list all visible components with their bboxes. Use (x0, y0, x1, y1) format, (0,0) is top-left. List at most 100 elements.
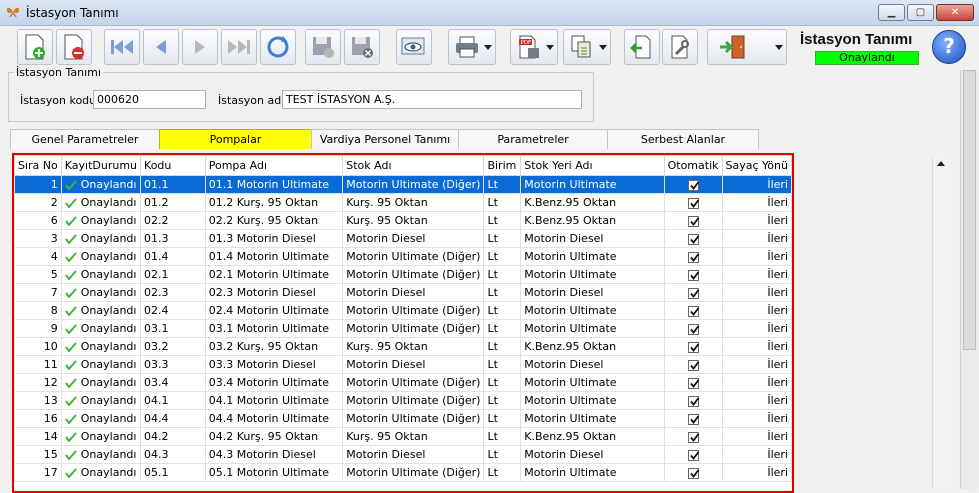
cell-yon[interactable]: İleri (721, 445, 792, 464)
cell-otomatik[interactable] (663, 337, 723, 356)
cell-durum[interactable]: Onaylandı (60, 427, 142, 446)
tab-parametreler[interactable]: Parametreler (458, 129, 608, 149)
cancel-button[interactable] (344, 29, 380, 65)
cell-birim[interactable]: Lt (483, 409, 522, 428)
cell-kodu[interactable]: 05.1 (140, 463, 206, 482)
tab-genel-parametreler[interactable]: Genel Parametreler (10, 129, 160, 149)
cell-durum[interactable]: Onaylandı (60, 229, 142, 248)
cell-kodu[interactable]: 01.4 (140, 247, 206, 266)
exit-button[interactable] (707, 29, 787, 65)
cell-yer[interactable]: Motorin Ultimate (520, 265, 665, 284)
column-header[interactable]: Birim (483, 155, 522, 176)
cell-yer[interactable]: Motorin Ultimate (520, 409, 665, 428)
new-button[interactable] (17, 29, 53, 65)
cell-kodu[interactable]: 03.3 (140, 355, 206, 374)
table-row[interactable]: 3 Onaylandı 01.3 01.3 Motorin Diesel Motorin… (14, 229, 792, 248)
otomatik-checkbox[interactable] (687, 359, 699, 371)
cell-pompa[interactable]: 03.1 Motorin Ultimate (204, 319, 344, 338)
table-row[interactable]: 13 Onaylandı 04.1 04.1 Motorin Ultimate Moto… (14, 391, 792, 410)
cell-stok[interactable]: Motorin Ultimate (Diğer) (342, 373, 485, 392)
column-header[interactable]: Pompa Adı (204, 155, 344, 176)
cell-birim[interactable]: Lt (483, 319, 522, 338)
table-row[interactable]: 11 Onaylandı 03.3 03.3 Motorin Diesel Motori… (14, 355, 792, 374)
table-row[interactable]: 17 Onaylandı 05.1 05.1 Motorin Ultimate Moto… (14, 463, 792, 482)
cell-kodu[interactable]: 01.1 (140, 175, 206, 194)
cell-birim[interactable]: Lt (483, 391, 522, 410)
cell-birim[interactable]: Lt (483, 463, 522, 482)
cell-kodu[interactable]: 04.2 (140, 427, 206, 446)
cell-pompa[interactable]: 05.1 Motorin Ultimate (204, 463, 344, 482)
cell-pompa[interactable]: 02.1 Motorin Ultimate (204, 265, 344, 284)
cell-pompa[interactable]: 03.2 Kurş. 95 Oktan (204, 337, 344, 356)
otomatik-checkbox[interactable] (687, 467, 699, 479)
cell-kodu[interactable]: 03.4 (140, 373, 206, 392)
cell-yon[interactable]: İleri (721, 247, 792, 266)
otomatik-checkbox[interactable] (687, 413, 699, 425)
cell-kodu[interactable]: 03.2 (140, 337, 206, 356)
preview-button[interactable] (396, 29, 432, 65)
cell-durum[interactable]: Onaylandı (60, 445, 142, 464)
cell-otomatik[interactable] (663, 319, 723, 338)
cell-sira[interactable]: 10 (14, 337, 62, 356)
close-button[interactable]: ✕ (936, 4, 974, 21)
cell-stok[interactable]: Kurş. 95 Oktan (342, 427, 485, 446)
otomatik-checkbox[interactable] (687, 215, 699, 227)
cell-sira[interactable]: 15 (14, 445, 62, 464)
cell-birim[interactable]: Lt (483, 283, 522, 302)
cell-stok[interactable]: Motorin Ultimate (Diğer) (342, 319, 485, 338)
save-button[interactable] (305, 29, 341, 65)
cell-yer[interactable]: K.Benz.95 Oktan (520, 193, 665, 212)
cell-pompa[interactable]: 04.3 Motorin Diesel (204, 445, 344, 464)
cell-kodu[interactable]: 02.4 (140, 301, 206, 320)
table-row[interactable]: 10 Onaylandı 03.2 03.2 Kurş. 95 Oktan Kurş. … (14, 337, 792, 356)
cell-birim[interactable]: Lt (483, 355, 522, 374)
cell-otomatik[interactable] (663, 427, 723, 446)
cell-yon[interactable]: İleri (721, 229, 792, 248)
cell-birim[interactable]: Lt (483, 427, 522, 446)
column-header[interactable]: Otomatik (663, 155, 723, 176)
cell-durum[interactable]: Onaylandı (60, 265, 142, 284)
cell-yer[interactable]: K.Benz.95 Oktan (520, 337, 665, 356)
cell-stok[interactable]: Motorin Ultimate (Diğer) (342, 247, 485, 266)
cell-birim[interactable]: Lt (483, 193, 522, 212)
cell-kodu[interactable]: 04.1 (140, 391, 206, 410)
cell-yon[interactable]: İleri (721, 319, 792, 338)
cell-yer[interactable]: Motorin Ultimate (520, 301, 665, 320)
cell-sira[interactable]: 11 (14, 355, 62, 374)
cell-kodu[interactable]: 03.1 (140, 319, 206, 338)
cell-durum[interactable]: Onaylandı (60, 337, 142, 356)
otomatik-checkbox[interactable] (687, 449, 699, 461)
cell-pompa[interactable]: 01.2 Kurş. 95 Oktan (204, 193, 344, 212)
copy-button[interactable] (563, 29, 611, 65)
cell-durum[interactable]: Onaylandı (60, 283, 142, 302)
cell-sira[interactable]: 3 (14, 229, 62, 248)
cell-yon[interactable]: İleri (721, 391, 792, 410)
cell-durum[interactable]: Onaylandı (60, 391, 142, 410)
cell-sira[interactable]: 12 (14, 373, 62, 392)
otomatik-checkbox[interactable] (687, 197, 699, 209)
cell-birim[interactable]: Lt (483, 337, 522, 356)
cell-pompa[interactable]: 02.3 Motorin Diesel (204, 283, 344, 302)
cell-otomatik[interactable] (663, 229, 723, 248)
cell-kodu[interactable]: 01.3 (140, 229, 206, 248)
scrollbar-thumb[interactable] (963, 70, 976, 350)
import-button[interactable] (624, 29, 660, 65)
table-row[interactable]: 5 Onaylandı 02.1 02.1 Motorin Ultimate Motor… (14, 265, 792, 284)
cell-otomatik[interactable] (663, 193, 723, 212)
table-row[interactable]: 2 Onaylandı 01.2 01.2 Kurş. 95 Oktan Kurş. 9… (14, 193, 792, 212)
cell-pompa[interactable]: 04.1 Motorin Ultimate (204, 391, 344, 410)
cell-kodu[interactable]: 02.1 (140, 265, 206, 284)
cell-stok[interactable]: Motorin Ultimate (Diğer) (342, 175, 485, 194)
cell-birim[interactable]: Lt (483, 445, 522, 464)
cell-stok[interactable]: Motorin Ultimate (Diğer) (342, 265, 485, 284)
cell-durum[interactable]: Onaylandı (60, 373, 142, 392)
cell-kodu[interactable]: 04.3 (140, 445, 206, 464)
cell-pompa[interactable]: 04.4 Motorin Ultimate (204, 409, 344, 428)
cell-yon[interactable]: İleri (721, 175, 792, 194)
column-header[interactable]: Sayaç Yönü (721, 155, 792, 176)
cell-sira[interactable]: 6 (14, 211, 62, 230)
minimize-button[interactable]: ▁ (878, 4, 905, 21)
otomatik-checkbox[interactable] (687, 377, 699, 389)
cell-yer[interactable]: Motorin Diesel (520, 445, 665, 464)
cell-pompa[interactable]: 02.4 Motorin Ultimate (204, 301, 344, 320)
